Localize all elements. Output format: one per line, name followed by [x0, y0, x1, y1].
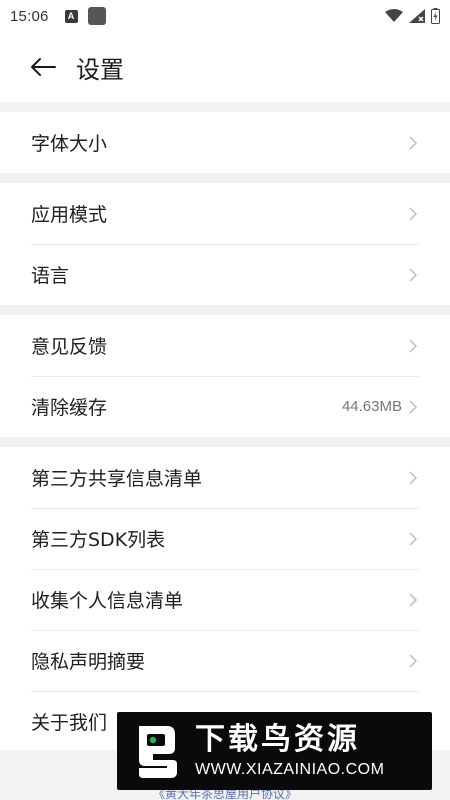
chevron-right-icon [408, 531, 418, 547]
row-label: 意见反馈 [31, 336, 108, 358]
chevron-right-icon [408, 267, 418, 283]
notification-a-icon: A [64, 9, 78, 23]
wifi-icon [385, 9, 403, 22]
row-label: 语言 [31, 265, 70, 287]
arrow-left-icon [31, 58, 56, 76]
watermark-url: WWW.XIAZAINIAO.COM [195, 761, 385, 778]
row-personal-info[interactable]: 收集个人信息清单 [0, 569, 450, 630]
settings-group-privacy: 第三方共享信息清单 第三方SDK列表 收集个人信息清单 隐私声明摘要 关于我们 [0, 447, 450, 752]
settings-group-feedback: 意见反馈 清除缓存 44.63MB [0, 315, 450, 437]
page-title: 设置 [76, 55, 124, 84]
battery-icon [431, 8, 440, 24]
signal-icon [409, 9, 425, 23]
row-label: 收集个人信息清单 [31, 590, 184, 612]
chevron-right-icon [408, 135, 418, 151]
row-label: 隐私声明摘要 [31, 651, 146, 673]
group-separator [0, 305, 450, 315]
group-separator [0, 437, 450, 447]
status-time: 15:06 [10, 7, 49, 25]
row-font-size[interactable]: 字体大小 [0, 112, 450, 173]
status-bar: 15:06 A [0, 0, 450, 32]
row-language[interactable]: 语言 [0, 244, 450, 305]
group-separator [0, 102, 450, 112]
row-feedback[interactable]: 意见反馈 [0, 315, 450, 376]
bird-logo-icon [139, 726, 177, 778]
row-label: 应用模式 [31, 204, 108, 226]
row-third-party-sharing[interactable]: 第三方共享信息清单 [0, 447, 450, 508]
row-label: 第三方共享信息清单 [31, 468, 203, 490]
row-clear-cache[interactable]: 清除缓存 44.63MB [0, 376, 450, 437]
watermark-banner: 下载鸟资源 WWW.XIAZAINIAO.COM [117, 712, 432, 790]
row-third-party-sdk[interactable]: 第三方SDK列表 [0, 508, 450, 569]
app-square-icon [87, 7, 106, 25]
chevron-right-icon [408, 206, 418, 222]
row-app-mode[interactable]: 应用模式 [0, 183, 450, 244]
watermark-title: 下载鸟资源 [195, 722, 360, 757]
cache-size-value: 44.63MB [341, 398, 402, 415]
group-separator [0, 173, 450, 183]
row-label: 清除缓存 [31, 397, 108, 419]
row-label: 第三方SDK列表 [31, 529, 166, 551]
back-button[interactable] [30, 52, 60, 82]
row-privacy-summary[interactable]: 隐私声明摘要 [0, 630, 450, 691]
settings-group-mode: 应用模式 语言 [0, 183, 450, 305]
chevron-right-icon [408, 470, 418, 486]
settings-group-display: 字体大小 [0, 112, 450, 173]
row-label: 字体大小 [31, 133, 108, 155]
chevron-right-icon [408, 592, 418, 608]
chevron-right-icon [408, 338, 418, 354]
chevron-right-icon [408, 653, 418, 669]
header: 设置 [0, 32, 450, 102]
chevron-right-icon [408, 399, 418, 415]
